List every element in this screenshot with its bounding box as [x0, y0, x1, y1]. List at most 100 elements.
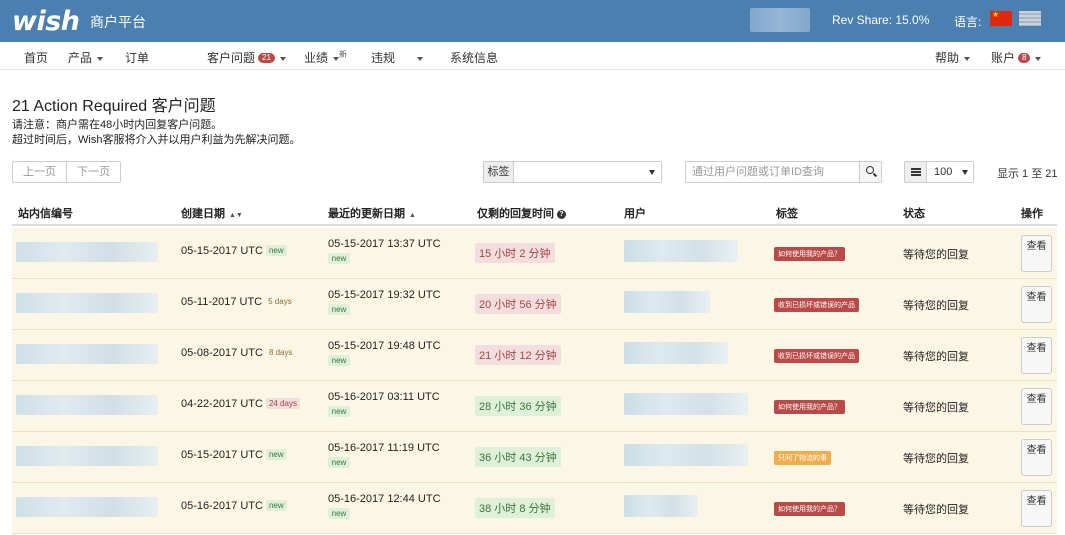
- nav-help[interactable]: 帮助: [935, 49, 971, 66]
- created-date: 05-08-2017 UTC 8 days: [181, 347, 296, 359]
- view-button[interactable]: 查看: [1021, 337, 1052, 374]
- remaining-time: 28 小时 36 分钟: [475, 396, 561, 416]
- user-redacted[interactable]: [624, 444, 748, 466]
- user-redacted[interactable]: [624, 342, 728, 364]
- issue-tag: 如何使用我的产品？: [774, 400, 845, 414]
- nav-orders[interactable]: 订单: [125, 49, 149, 66]
- view-button[interactable]: 查看: [1021, 235, 1052, 272]
- main-nav: 首页 产品 订单 客户问题 21 业绩新 违规 系统信息 帮助 账户 8: [0, 42, 1065, 70]
- col-user: 用户: [624, 208, 646, 220]
- col-created[interactable]: 创建日期 ▲▼: [181, 205, 243, 221]
- nav-products[interactable]: 产品: [68, 49, 104, 66]
- ticket-id-redacted[interactable]: [16, 242, 158, 262]
- col-updated[interactable]: 最近的更新日期 ▲: [328, 205, 416, 221]
- us-flag-icon[interactable]: [1019, 11, 1041, 26]
- age-badge: 5 days: [268, 297, 292, 306]
- new-badge: new: [328, 253, 350, 264]
- top-header: wish 商户平台 Rev Share: 15.0% 语言:: [0, 0, 1065, 42]
- table-row[interactable]: 05-08-2017 UTC 8 days 05-15-2017 19:48 UTC…: [12, 330, 1057, 381]
- created-date: 05-11-2017 UTC 5 days: [181, 296, 295, 308]
- remaining-time: 38 小时 8 分钟: [475, 498, 555, 518]
- search-input[interactable]: [686, 162, 859, 182]
- table-row[interactable]: 05-16-2017 UTC new 05-16-2017 12:44 UTC new…: [12, 483, 1057, 534]
- age-badge: 8 days: [268, 348, 293, 357]
- chevron-down-icon: [279, 56, 286, 61]
- remaining-time: 36 小时 43 分钟: [475, 447, 561, 467]
- col-action: 操作: [1021, 208, 1043, 220]
- next-page-button[interactable]: 下一页: [66, 162, 120, 182]
- ticket-id-redacted[interactable]: [16, 293, 158, 313]
- view-button[interactable]: 查看: [1021, 286, 1052, 323]
- ticket-id-redacted[interactable]: [16, 395, 158, 415]
- showing-count: 显示 1 至 21: [997, 168, 1058, 180]
- col-remaining: 仅剩的回复时间?: [477, 205, 566, 221]
- updated-date: 05-16-2017 12:44 UTC new: [328, 493, 441, 519]
- issue-tag: 如何使用我的产品？: [774, 502, 845, 516]
- new-badge: new: [328, 406, 350, 417]
- nav-customer-issues[interactable]: 客户问题 21: [207, 49, 286, 66]
- table-row[interactable]: 05-15-2017 UTC new 05-16-2017 11:19 UTC new…: [12, 432, 1057, 483]
- user-redacted[interactable]: [624, 495, 698, 517]
- page-title: 21 Action Required 客户问题: [12, 98, 216, 115]
- view-button[interactable]: 查看: [1021, 388, 1052, 425]
- table-row[interactable]: 05-15-2017 UTC new 05-15-2017 13:37 UTC new…: [12, 228, 1057, 279]
- page-size-value: 100: [927, 162, 973, 182]
- remaining-time: 20 小时 56 分钟: [475, 294, 561, 314]
- col-tag: 标签: [776, 208, 798, 220]
- table-row[interactable]: 04-22-2017 UTC 24 days 05-16-2017 03:11 UT…: [12, 381, 1057, 432]
- new-badge: new: [328, 508, 350, 519]
- updated-date: 05-15-2017 19:48 UTC new: [328, 340, 441, 366]
- new-badge: new: [328, 304, 350, 315]
- nav-account[interactable]: 账户 8: [991, 49, 1042, 66]
- age-badge: new: [265, 245, 287, 256]
- ticket-id-redacted[interactable]: [16, 344, 158, 364]
- user-redacted[interactable]: [624, 291, 710, 313]
- issue-tag: 收到已损坏或错误的产品: [774, 349, 859, 363]
- table-header: 站内信编号 创建日期 ▲▼ 最近的更新日期 ▲ 仅剩的回复时间? 用户 标签 状态 …: [12, 198, 1057, 226]
- pagination: 上一页 下一页: [12, 161, 121, 183]
- view-button[interactable]: 查看: [1021, 439, 1052, 476]
- nav-system-info[interactable]: 系统信息: [450, 49, 498, 66]
- new-badge: new: [328, 355, 350, 366]
- age-badge: new: [265, 500, 287, 511]
- tag-filter-select[interactable]: [514, 162, 661, 182]
- search-icon[interactable]: [859, 162, 881, 182]
- remaining-time: 21 小时 12 分钟: [475, 345, 561, 365]
- created-date: 04-22-2017 UTC 24 days: [181, 398, 300, 410]
- search-box: [685, 161, 882, 183]
- tag-filter: 标签: [483, 161, 662, 183]
- notice-line-1: 请注意：商户需在48小时内回复客户问题。: [12, 119, 223, 131]
- sort-asc-icon: ▲: [409, 212, 416, 219]
- view-button[interactable]: 查看: [1021, 490, 1052, 527]
- prev-page-button[interactable]: 上一页: [13, 162, 66, 182]
- rev-share: Rev Share: 15.0%: [832, 13, 930, 27]
- customer-issues-count-badge: 21: [258, 53, 275, 63]
- nav-performance[interactable]: 业绩新: [304, 49, 347, 66]
- user-redacted[interactable]: [624, 240, 738, 262]
- merchant-name-redacted: [750, 8, 810, 32]
- updated-date: 05-16-2017 03:11 UTC new: [328, 391, 440, 417]
- updated-date: 05-15-2017 19:32 UTC new: [328, 289, 441, 315]
- help-question-icon[interactable]: ?: [557, 210, 566, 219]
- wish-logo[interactable]: wish: [12, 6, 80, 37]
- nav-violations[interactable]: 违规: [371, 49, 424, 66]
- china-flag-icon[interactable]: [990, 10, 1012, 26]
- col-id: 站内信编号: [18, 208, 73, 220]
- account-count-badge: 8: [1018, 53, 1031, 63]
- age-badge: new: [265, 449, 287, 460]
- ticket-id-redacted[interactable]: [16, 446, 158, 466]
- nav-home[interactable]: 首页: [24, 49, 48, 66]
- issue-tag: 如何使用我的产品？: [774, 247, 845, 261]
- ticket-id-redacted[interactable]: [16, 497, 158, 517]
- chevron-down-icon: [97, 56, 104, 61]
- status-text: 等待您的回复: [903, 351, 969, 363]
- user-redacted[interactable]: [624, 393, 748, 415]
- status-text: 等待您的回复: [903, 300, 969, 312]
- status-text: 等待您的回复: [903, 402, 969, 414]
- notice-line-2: 超过时间后，Wish客服将介入并以用户利益为先解决问题。: [12, 134, 301, 146]
- issue-tag: 只问了物流的事: [774, 451, 831, 465]
- tag-filter-label: 标签: [484, 162, 514, 182]
- page-size-select[interactable]: 100: [904, 161, 974, 183]
- table-row[interactable]: 05-11-2017 UTC 5 days 05-15-2017 19:32 UTC…: [12, 279, 1057, 330]
- brand-title: 商户平台: [90, 14, 146, 30]
